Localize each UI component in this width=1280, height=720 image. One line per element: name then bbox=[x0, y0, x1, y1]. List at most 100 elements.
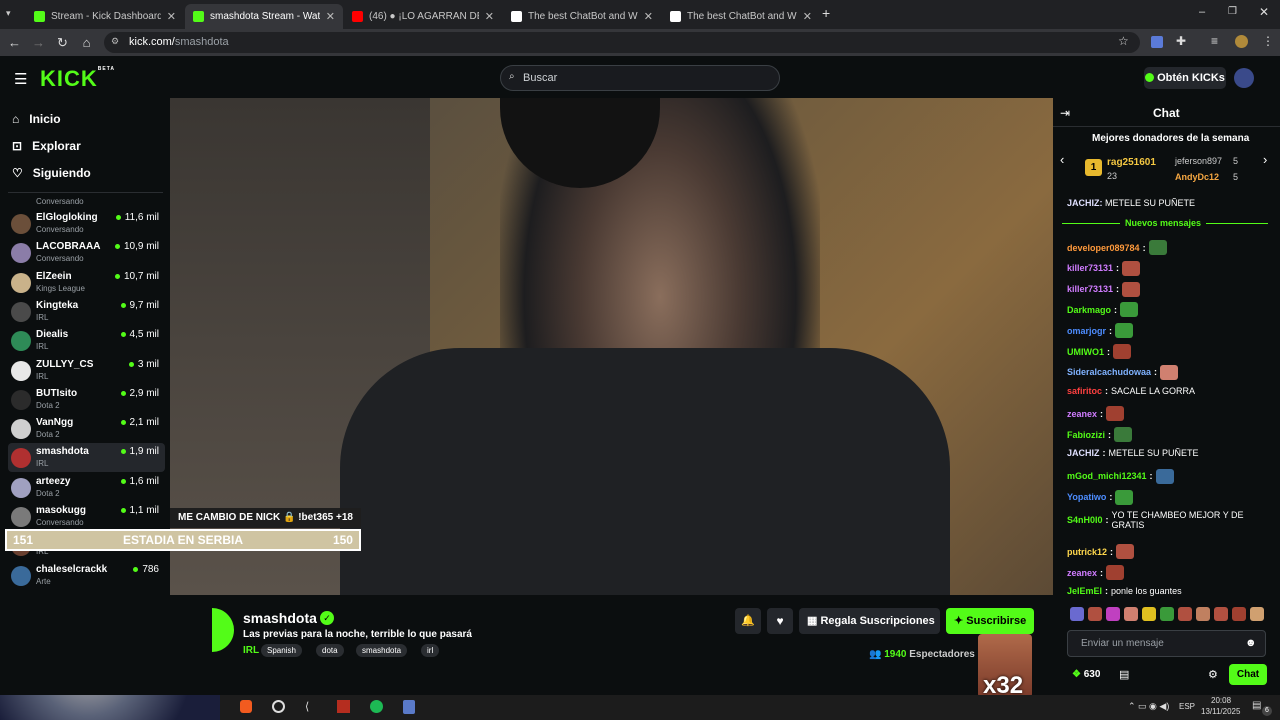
gift-subs-button[interactable]: ▦ Regala Suscripciones bbox=[799, 608, 940, 634]
browser-tab[interactable]: The best ChatBot and Widgets ✕ bbox=[503, 4, 661, 29]
chat-input[interactable]: Enviar un mensaje bbox=[1067, 630, 1266, 657]
window-close-icon[interactable]: ✕ bbox=[1259, 5, 1269, 19]
tab-close-icon[interactable]: ✕ bbox=[803, 10, 812, 23]
kick-logo[interactable]: KICKBETA bbox=[40, 66, 115, 92]
bookmark-star-icon[interactable]: ☆ bbox=[1118, 34, 1129, 48]
site-info-icon[interactable]: ⚙ bbox=[111, 36, 119, 47]
sidebar-channel[interactable]: ElGlogloking Conversando 11,6 mil bbox=[8, 209, 165, 238]
calculator-icon[interactable] bbox=[403, 700, 415, 714]
follow-heart-button[interactable]: ♥ bbox=[767, 608, 793, 634]
emote-icon[interactable] bbox=[1232, 607, 1246, 621]
sidebar-channel[interactable]: LACOBRAAA Conversando 10,9 mil bbox=[8, 238, 165, 267]
sidebar-channel[interactable]: VanNgg Dota 2 2,1 mil bbox=[8, 414, 165, 443]
stream-category[interactable]: IRL bbox=[243, 645, 259, 656]
sidebar-channel[interactable]: arteezy Dota 2 1,6 mil bbox=[8, 473, 165, 502]
notifications-icon[interactable]: ▤ bbox=[1252, 700, 1261, 711]
tray-icons[interactable]: ⌃ ▭ ◉ ◀) bbox=[1128, 701, 1169, 712]
donors-prev-icon[interactable]: ‹ bbox=[1060, 152, 1064, 167]
tab-close-icon[interactable]: ✕ bbox=[167, 10, 176, 23]
stream-tag[interactable]: Spanish bbox=[261, 644, 302, 657]
tab-close-icon[interactable]: ✕ bbox=[644, 10, 653, 23]
tab-search-icon[interactable]: ▾ bbox=[6, 8, 11, 19]
emote-icon[interactable] bbox=[1178, 607, 1192, 621]
window-restore-icon[interactable]: ❐ bbox=[1228, 6, 1237, 17]
browser-tab[interactable]: (46) ● ¡LO AGARRAN DE SAN ✕ bbox=[344, 4, 502, 29]
forward-icon[interactable]: → bbox=[30, 34, 47, 51]
browser-tab[interactable]: smashdota Stream - Watch ✕ bbox=[185, 4, 343, 29]
emote-icon[interactable] bbox=[1070, 607, 1084, 621]
emote-icon[interactable] bbox=[1088, 607, 1102, 621]
sidebar-channel[interactable]: BUTIsito Dota 2 2,9 mil bbox=[8, 385, 165, 414]
stream-tag[interactable]: irl bbox=[421, 644, 440, 657]
chat-user[interactable]: JACHIZ bbox=[1067, 448, 1100, 458]
dota-icon[interactable] bbox=[337, 700, 350, 713]
chat-user[interactable]: omarjogr bbox=[1067, 326, 1106, 336]
emote-icon[interactable] bbox=[1196, 607, 1210, 621]
hamburger-menu-icon[interactable]: ☰ bbox=[14, 70, 27, 88]
browser-menu-icon[interactable]: ⋮ bbox=[1262, 34, 1274, 48]
nav-inicio[interactable]: ⌂ Inicio bbox=[12, 112, 61, 126]
window-minimize-icon[interactable]: – bbox=[1199, 6, 1205, 18]
extension-translate-icon[interactable] bbox=[1151, 36, 1163, 48]
emote-icon[interactable] bbox=[1250, 607, 1264, 621]
chat-user[interactable]: mGod_michi12341 bbox=[1067, 471, 1147, 481]
chat-user[interactable]: killer73131 bbox=[1067, 263, 1113, 273]
nav-siguiendo[interactable]: ♡ Siguiendo bbox=[12, 166, 91, 180]
chat-user[interactable]: developer089784 bbox=[1067, 243, 1140, 253]
notify-bell-button[interactable]: 🔔 bbox=[735, 608, 761, 634]
profile-avatar-icon[interactable] bbox=[1235, 35, 1248, 48]
send-chat-button[interactable]: Chat bbox=[1229, 664, 1267, 685]
chat-user[interactable]: Yopatiwo bbox=[1067, 492, 1106, 502]
sidebar-channel[interactable]: smashdota IRL 1,9 mil bbox=[8, 443, 165, 473]
browser-tab[interactable]: Stream - Kick Dashboard ✕ bbox=[26, 4, 184, 29]
chat-user[interactable]: safiritoc bbox=[1067, 386, 1102, 396]
chat-store-icon[interactable]: ▤ bbox=[1119, 668, 1129, 681]
emote-icon[interactable] bbox=[1142, 607, 1156, 621]
chat-user[interactable]: JeIEmEl bbox=[1067, 586, 1102, 596]
get-kicks-button[interactable]: Obtén KICKs bbox=[1144, 67, 1226, 89]
emote-icon[interactable] bbox=[1124, 607, 1138, 621]
chat-user[interactable]: killer73131 bbox=[1067, 284, 1113, 294]
emote-icon[interactable] bbox=[1160, 607, 1174, 621]
brave-icon[interactable] bbox=[240, 700, 252, 713]
clock-date[interactable]: 13/11/2025 bbox=[1201, 707, 1240, 716]
sidebar-channel[interactable]: ElZeein Kings League 10,7 mil bbox=[8, 268, 165, 297]
channel-points[interactable]: ❖ 630 bbox=[1072, 669, 1100, 680]
extensions-puzzle-icon[interactable]: ✚ bbox=[1176, 34, 1186, 48]
back-icon[interactable]: ← bbox=[6, 34, 23, 51]
home-icon[interactable]: ⌂ bbox=[78, 34, 95, 51]
tab-close-icon[interactable]: ✕ bbox=[326, 10, 335, 23]
search-input[interactable]: Buscar bbox=[500, 65, 780, 91]
keyboard-language[interactable]: ESP bbox=[1179, 702, 1195, 711]
sidebar-channel[interactable]: Diealis IRL 4,5 mil bbox=[8, 326, 165, 355]
emote-icon[interactable] bbox=[1106, 607, 1120, 621]
chat-settings-icon[interactable]: ⚙ bbox=[1208, 668, 1218, 681]
spotify-icon[interactable] bbox=[370, 700, 383, 713]
reading-list-icon[interactable]: ≡ bbox=[1211, 34, 1218, 48]
stream-tag[interactable]: smashdota bbox=[356, 644, 408, 657]
chat-user[interactable]: Sideralcachudowaa bbox=[1067, 367, 1151, 377]
chat-user[interactable]: zeanex bbox=[1067, 409, 1097, 419]
donors-next-icon[interactable]: › bbox=[1263, 152, 1267, 167]
chat-user[interactable]: Darkmago bbox=[1067, 305, 1111, 315]
browser-tab[interactable]: The best ChatBot and Widgets ✕ bbox=[662, 4, 820, 29]
reload-icon[interactable]: ↻ bbox=[54, 34, 71, 51]
tab-close-icon[interactable]: ✕ bbox=[485, 10, 494, 23]
nav-explorar[interactable]: ⊡ Explorar bbox=[12, 139, 81, 153]
chat-user[interactable]: zeanex bbox=[1067, 568, 1097, 578]
sidebar-channel[interactable]: chaleselcrackk Arte 786 bbox=[8, 561, 165, 590]
address-bar[interactable]: kick.com/smashdota bbox=[104, 32, 1140, 53]
chat-user[interactable]: UMIWO1 bbox=[1067, 347, 1104, 357]
kick-app-icon[interactable]: ⟨ bbox=[305, 700, 309, 713]
chat-user[interactable]: S4nH0I0 bbox=[1067, 515, 1103, 525]
chat-user[interactable]: putrick12 bbox=[1067, 547, 1107, 557]
user-avatar[interactable] bbox=[1234, 68, 1254, 88]
streamer-name[interactable]: smashdota bbox=[243, 610, 317, 626]
clock-time[interactable]: 20:08 bbox=[1211, 696, 1231, 705]
sidebar-channel[interactable]: ZULLYY_CS IRL 3 mil bbox=[8, 356, 165, 385]
subscribe-button[interactable]: ✦ Suscribirse bbox=[946, 608, 1034, 634]
sidebar-channel[interactable]: masokugg Conversando 1,1 mil bbox=[8, 502, 165, 531]
new-tab-button[interactable]: + bbox=[822, 5, 830, 21]
obs-icon[interactable] bbox=[272, 700, 285, 713]
sidebar-channel[interactable]: Kingteka IRL 9,7 mil bbox=[8, 297, 165, 326]
